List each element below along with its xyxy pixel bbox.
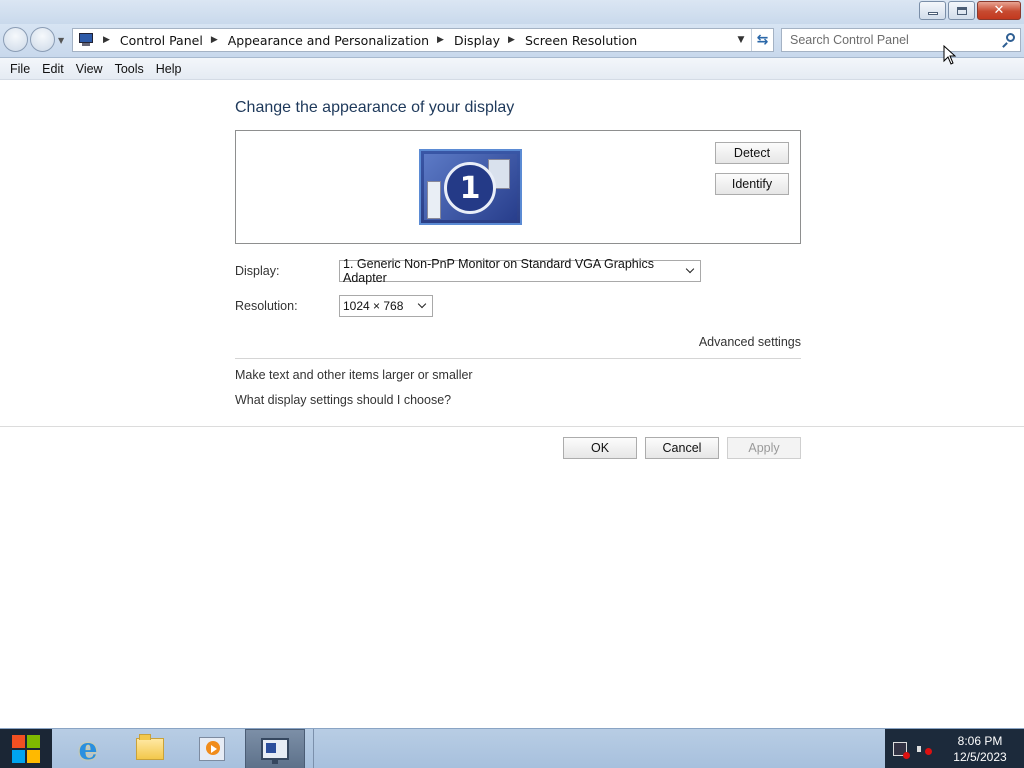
search-icon[interactable] bbox=[1001, 33, 1015, 48]
control-panel-icon bbox=[77, 33, 95, 47]
title-bar: ✕ bbox=[0, 0, 1024, 24]
monitor-1-thumbnail[interactable]: 1 bbox=[419, 149, 522, 225]
taskbar: e 8:06 PM 12/5/2023 bbox=[0, 728, 1024, 768]
resolution-select-value: 1024 × 768 bbox=[343, 299, 404, 313]
address-dropdown-icon[interactable]: ▼ bbox=[731, 35, 751, 45]
window-controls: ✕ bbox=[919, 1, 1021, 20]
divider bbox=[0, 426, 1024, 427]
minimize-icon bbox=[920, 2, 945, 19]
internet-explorer-icon: e bbox=[78, 731, 98, 767]
back-button[interactable] bbox=[3, 27, 28, 52]
breadcrumb-display[interactable]: Display bbox=[454, 33, 500, 48]
chevron-right-icon[interactable]: ▶ bbox=[103, 35, 110, 45]
menu-tools[interactable]: Tools bbox=[109, 62, 150, 76]
start-button[interactable] bbox=[0, 729, 52, 768]
taskbar-windows-explorer[interactable] bbox=[120, 729, 180, 768]
divider bbox=[235, 358, 801, 359]
forward-button[interactable] bbox=[30, 27, 55, 52]
system-tray: 8:06 PM 12/5/2023 bbox=[885, 729, 1024, 768]
media-player-icon bbox=[199, 737, 225, 761]
restore-button[interactable] bbox=[948, 1, 975, 20]
chevron-right-icon[interactable]: ▶ bbox=[437, 35, 444, 45]
clock-date: 12/5/2023 bbox=[953, 750, 1007, 764]
breadcrumb-appearance[interactable]: Appearance and Personalization bbox=[228, 33, 429, 48]
apply-button[interactable]: Apply bbox=[727, 437, 801, 459]
text-size-link[interactable]: Make text and other items larger or smal… bbox=[235, 368, 473, 382]
menu-file[interactable]: File bbox=[4, 62, 36, 76]
close-button[interactable]: ✕ bbox=[977, 1, 1021, 20]
navigation-bar: ▼ ▶ Control Panel ▶ Appearance and Perso… bbox=[0, 24, 1024, 58]
display-select-value: 1. Generic Non-PnP Monitor on Standard V… bbox=[343, 257, 655, 285]
page-title: Change the appearance of your display bbox=[235, 99, 515, 116]
menu-view[interactable]: View bbox=[70, 62, 109, 76]
search-input[interactable] bbox=[782, 33, 992, 47]
windows-logo-icon bbox=[12, 735, 40, 763]
address-bar[interactable]: ▶ Control Panel ▶ Appearance and Persona… bbox=[72, 28, 774, 52]
resolution-label: Resolution: bbox=[235, 299, 298, 313]
advanced-settings-link[interactable]: Advanced settings bbox=[699, 335, 801, 349]
menu-edit[interactable]: Edit bbox=[36, 62, 70, 76]
monitor-window-graphic bbox=[427, 181, 441, 219]
clock-time: 8:06 PM bbox=[957, 734, 1003, 748]
taskbar-divider bbox=[313, 729, 314, 768]
recent-pages-dropdown-icon[interactable]: ▼ bbox=[58, 36, 64, 45]
refresh-icon[interactable]: ⇆ bbox=[751, 29, 773, 51]
folder-icon bbox=[136, 734, 164, 760]
breadcrumb-control-panel[interactable]: Control Panel bbox=[120, 33, 203, 48]
network-error-icon[interactable] bbox=[893, 742, 910, 759]
menu-help[interactable]: Help bbox=[150, 62, 188, 76]
detect-button[interactable]: Detect bbox=[715, 142, 789, 164]
ok-button[interactable]: OK bbox=[563, 437, 637, 459]
clock[interactable]: 8:06 PM 12/5/2023 bbox=[939, 733, 1021, 765]
identify-button[interactable]: Identify bbox=[715, 173, 789, 195]
restore-icon bbox=[949, 2, 974, 19]
display-select[interactable]: 1. Generic Non-PnP Monitor on Standard V… bbox=[339, 257, 701, 285]
monitor-number-badge: 1 bbox=[444, 162, 496, 214]
chevron-right-icon[interactable]: ▶ bbox=[211, 35, 218, 45]
monitor-arrangement-panel: 1 Detect Identify bbox=[235, 130, 801, 244]
taskbar-internet-explorer[interactable]: e bbox=[58, 729, 118, 768]
display-settings-help-link[interactable]: What display settings should I choose? bbox=[235, 393, 451, 407]
chevron-right-icon[interactable]: ▶ bbox=[508, 35, 515, 45]
taskbar-screen-resolution[interactable] bbox=[245, 729, 305, 768]
screen-resolution-page: Change the appearance of your display 1 … bbox=[0, 80, 1024, 728]
display-label: Display: bbox=[235, 264, 280, 278]
breadcrumb-screen-resolution[interactable]: Screen Resolution bbox=[525, 33, 637, 48]
search-box[interactable] bbox=[781, 28, 1021, 52]
volume-muted-icon[interactable] bbox=[917, 742, 932, 756]
cancel-button[interactable]: Cancel bbox=[645, 437, 719, 459]
taskbar-media-player[interactable] bbox=[182, 729, 242, 768]
menu-bar: File Edit View Tools Help bbox=[0, 58, 1024, 80]
chevron-down-icon bbox=[685, 265, 697, 277]
minimize-button[interactable] bbox=[919, 1, 946, 20]
display-icon bbox=[261, 738, 289, 764]
resolution-select[interactable]: 1024 × 768 bbox=[339, 295, 433, 317]
close-icon: ✕ bbox=[993, 3, 1005, 18]
mouse-cursor-icon bbox=[943, 45, 957, 65]
chevron-down-icon bbox=[417, 300, 429, 312]
